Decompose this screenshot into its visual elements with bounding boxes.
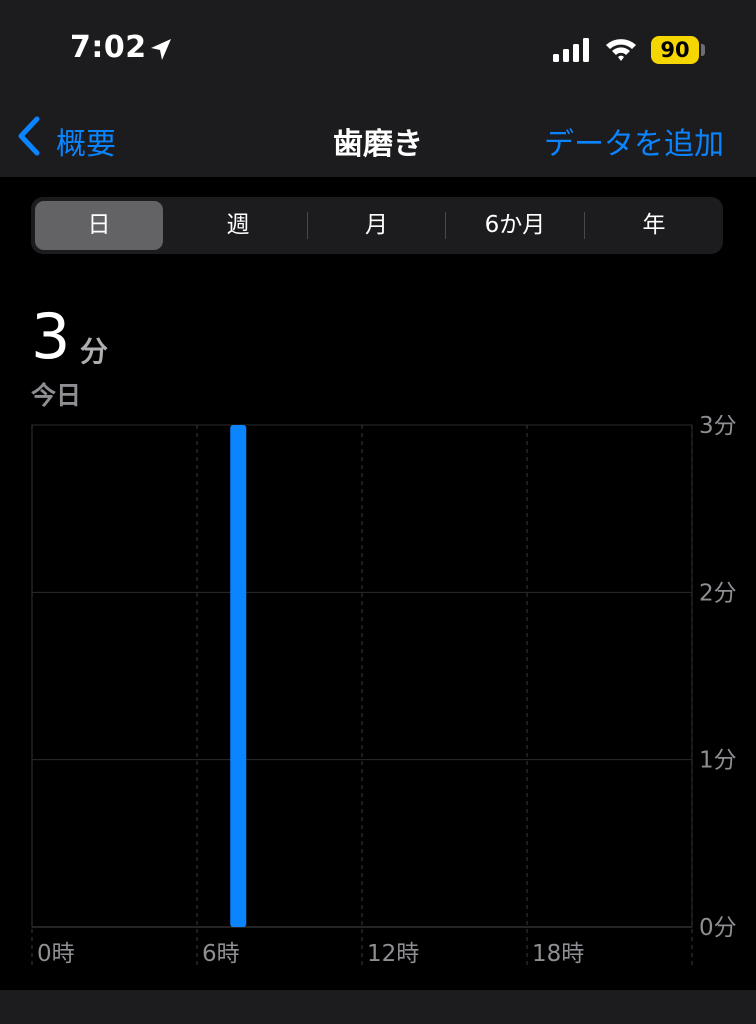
x-axis-labels: 0時 6時 12時 18時 [37,941,584,967]
segment-day[interactable]: 日 [35,201,163,250]
y-tick-label: 0分 [699,915,737,941]
x-tick-label: 18時 [532,941,584,967]
chart-bar [230,425,247,927]
chart-grid [31,424,693,969]
segment-month[interactable]: 月 [308,197,445,254]
navigation-bar: 概要 歯磨き データを追加 [0,105,756,165]
battery-tip [701,44,705,56]
brushing-chart: 0時 6時 12時 18時 3分 2分 1分 0分 [31,415,737,969]
x-tick-label: 6時 [202,941,240,967]
period-segmented-control: 日 週 月 6か月 年 [31,197,723,254]
segment-week[interactable]: 週 [169,197,307,254]
summary-unit: 分 [80,335,109,368]
chart-bars [230,425,247,927]
x-tick-label: 0時 [37,941,75,967]
wifi-icon [606,39,636,61]
y-tick-label: 1分 [699,748,737,774]
add-data-button[interactable]: データを追加 [544,119,724,163]
cellular-signal-icon [553,38,589,62]
summary-period: 今日 [31,381,82,410]
summary-value: 3 [31,300,71,373]
y-tick-label: 2分 [699,580,737,606]
segment-year[interactable]: 年 [585,197,723,254]
bottom-bar [0,990,756,1024]
status-bar: 7:02 90 [0,0,756,100]
status-time: 7:02 [70,30,147,65]
y-tick-label: 3分 [699,415,737,439]
battery-indicator: 90 [651,36,699,64]
segment-six-months[interactable]: 6か月 [446,197,584,254]
x-tick-label: 12時 [367,941,419,967]
y-axis-labels: 3分 2分 1分 0分 [699,415,737,941]
location-arrow-icon [151,39,171,60]
